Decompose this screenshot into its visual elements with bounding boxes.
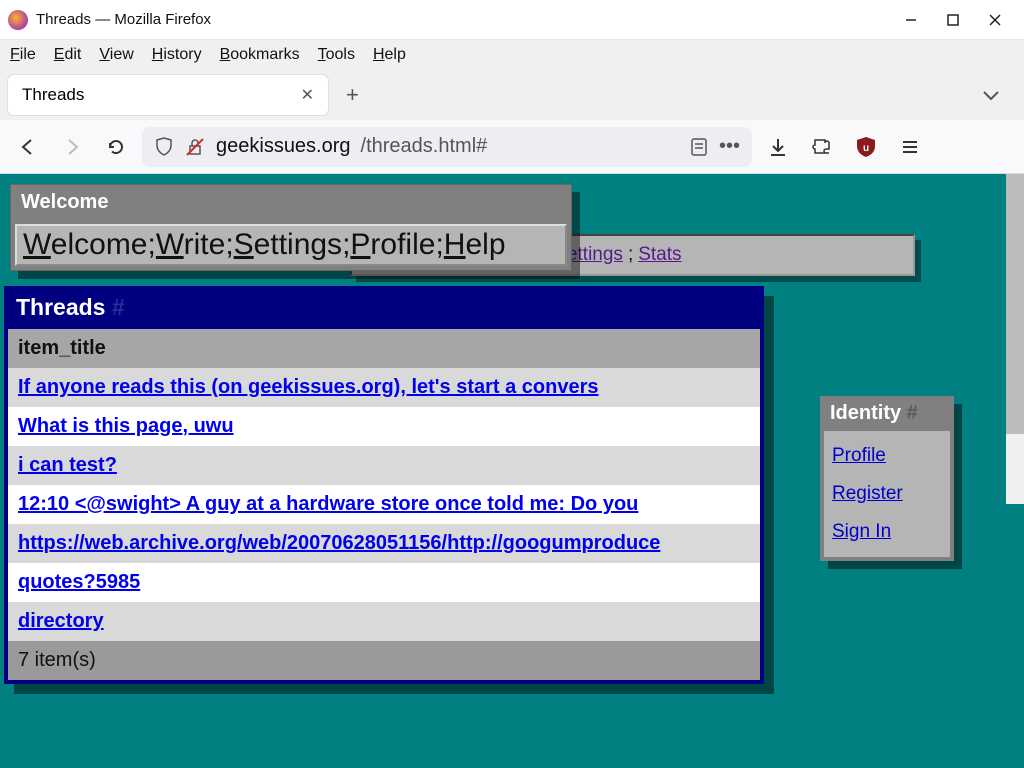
- firefox-icon: [8, 10, 28, 30]
- menu-view[interactable]: View: [99, 46, 133, 64]
- threads-panel: Threads # item_title If anyone reads thi…: [4, 286, 764, 684]
- thread-link[interactable]: quotes?5985: [18, 571, 140, 593]
- new-tab-button[interactable]: +: [340, 82, 365, 108]
- reader-mode-icon[interactable]: [689, 136, 709, 158]
- welcome-link-write[interactable]: Write: [156, 228, 225, 262]
- nav-toolbar: geekissues.org/threads.html# ••• u: [0, 120, 1024, 174]
- url-path: /threads.html#: [361, 135, 488, 158]
- thread-row: What is this page, uwu: [8, 407, 760, 446]
- menu-history[interactable]: History: [152, 46, 202, 64]
- menu-bookmarks[interactable]: Bookmarks: [220, 46, 300, 64]
- url-bar[interactable]: geekissues.org/threads.html# •••: [142, 127, 752, 167]
- thread-row: quotes?5985: [8, 563, 760, 602]
- window-maximize-button[interactable]: [932, 6, 974, 34]
- window-close-button[interactable]: [974, 6, 1016, 34]
- tabstrip: Threads ✕ +: [0, 70, 1024, 120]
- thread-row: https://web.archive.org/web/200706280511…: [8, 524, 760, 563]
- tab-title: Threads: [22, 85, 301, 105]
- window-titlebar: Threads — Mozilla Firefox: [0, 0, 1024, 40]
- window-title: Threads — Mozilla Firefox: [36, 11, 211, 28]
- welcome-link-welcome[interactable]: Welcome: [23, 228, 148, 262]
- welcome-link-settings[interactable]: Settings: [234, 228, 342, 262]
- identity-link-register[interactable]: Register: [832, 475, 942, 513]
- welcome-link-profile[interactable]: Profile: [350, 228, 435, 262]
- window-minimize-button[interactable]: [890, 6, 932, 34]
- reload-button[interactable]: [98, 129, 134, 165]
- tab-overflow-button[interactable]: [966, 89, 1016, 101]
- identity-link-profile[interactable]: Profile: [832, 437, 942, 475]
- threads-column-header: item_title: [8, 329, 760, 368]
- app-menu-button[interactable]: [892, 129, 928, 165]
- downloads-button[interactable]: [760, 129, 796, 165]
- menu-tools[interactable]: Tools: [318, 46, 355, 64]
- threads-title: Threads #: [4, 286, 764, 329]
- ublock-icon[interactable]: u: [848, 129, 884, 165]
- svg-text:u: u: [863, 143, 869, 154]
- welcome-panel: Welcome Welcome ; Write ; Settings ; Pro…: [10, 184, 572, 271]
- thread-row: i can test?: [8, 446, 760, 485]
- thread-link[interactable]: If anyone reads this (on geekissues.org)…: [18, 376, 599, 398]
- tab-threads[interactable]: Threads ✕: [8, 75, 328, 115]
- shield-icon[interactable]: [154, 136, 174, 158]
- identity-link-signin[interactable]: Sign In: [832, 513, 942, 551]
- page-actions-icon[interactable]: •••: [719, 135, 740, 158]
- insecure-lock-icon[interactable]: [184, 136, 206, 158]
- menu-edit[interactable]: Edit: [54, 46, 82, 64]
- toolbar-link-stats[interactable]: Stats: [638, 244, 681, 266]
- extensions-button[interactable]: [804, 129, 840, 165]
- tab-close-icon[interactable]: ✕: [301, 85, 314, 105]
- thread-link[interactable]: directory: [18, 610, 104, 632]
- scrollbar-thumb[interactable]: [1006, 174, 1024, 434]
- page-viewport: ge; Cascade; Reset | Settings; Stats Wel…: [0, 174, 1024, 768]
- thread-link[interactable]: What is this page, uwu: [18, 415, 234, 437]
- thread-link[interactable]: 12:10 <@swight> A guy at a hardware stor…: [18, 493, 638, 515]
- menu-file[interactable]: File: [10, 46, 36, 64]
- identity-title: Identity #: [820, 396, 954, 431]
- welcome-link-help[interactable]: Help: [444, 228, 506, 262]
- threads-footer: 7 item(s): [8, 641, 760, 680]
- url-host: geekissues.org: [216, 135, 351, 158]
- menubar: File Edit View History Bookmarks Tools H…: [0, 40, 1024, 70]
- forward-button[interactable]: [54, 129, 90, 165]
- thread-link[interactable]: i can test?: [18, 454, 117, 476]
- back-button[interactable]: [10, 129, 46, 165]
- thread-row: directory: [8, 602, 760, 641]
- identity-panel: Identity # Profile Register Sign In: [820, 396, 954, 561]
- welcome-bar: Welcome ; Write ; Settings ; Profile ; H…: [15, 224, 567, 266]
- menu-help[interactable]: Help: [373, 46, 406, 64]
- thread-row: If anyone reads this (on geekissues.org)…: [8, 368, 760, 407]
- welcome-title: Welcome: [11, 185, 571, 224]
- thread-row: 12:10 <@swight> A guy at a hardware stor…: [8, 485, 760, 524]
- thread-link[interactable]: https://web.archive.org/web/200706280511…: [18, 532, 660, 554]
